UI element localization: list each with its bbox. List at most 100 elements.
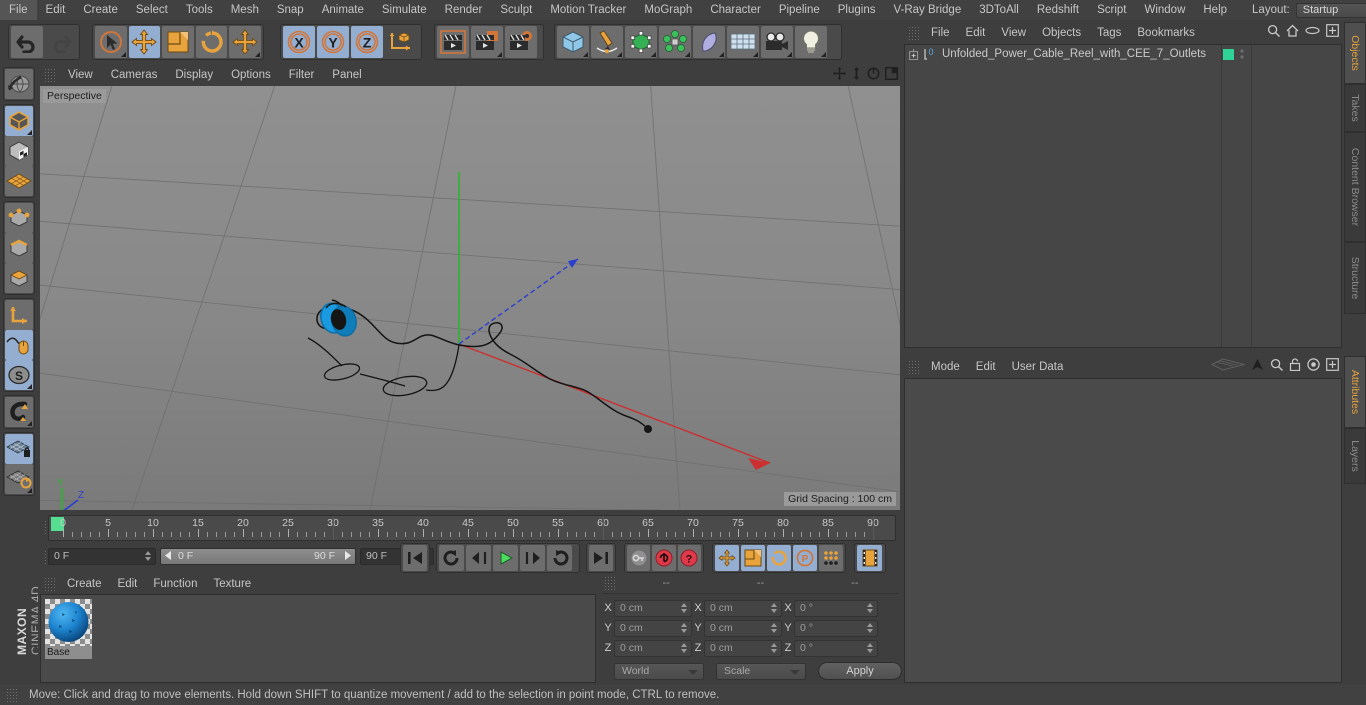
menu-item-simulate[interactable]: Simulate xyxy=(373,0,436,20)
menu-item-help[interactable]: Help xyxy=(1194,0,1236,20)
size-mode-select[interactable]: Scale xyxy=(716,662,806,680)
object-menu-objects[interactable]: Objects xyxy=(1034,23,1089,43)
object-menu-view[interactable]: View xyxy=(993,23,1034,43)
add-generator-object[interactable] xyxy=(625,26,657,58)
viewport-menu-options[interactable]: Options xyxy=(222,64,280,86)
search-icon[interactable] xyxy=(1267,24,1280,37)
stepper-icon[interactable] xyxy=(771,642,778,655)
menu-item-mograph[interactable]: MoGraph xyxy=(635,0,701,20)
add-camera-object[interactable] xyxy=(761,26,793,58)
lock-workplane[interactable] xyxy=(5,434,33,464)
menu-item-render[interactable]: Render xyxy=(436,0,492,20)
new-tab-icon[interactable] xyxy=(1326,358,1339,371)
new-tab-icon[interactable] xyxy=(1326,24,1339,37)
preview-range-bar[interactable]: 0 F 90 F xyxy=(160,548,356,565)
redo-button[interactable] xyxy=(45,26,77,58)
history-plane-icon[interactable] xyxy=(1211,358,1245,371)
visibility-dots-icon[interactable] xyxy=(1239,48,1245,61)
rotate-tool[interactable] xyxy=(195,26,228,58)
position-y-field[interactable]: 0 cm xyxy=(614,619,692,637)
model-mode[interactable] xyxy=(5,106,33,136)
menu-item-mesh[interactable]: Mesh xyxy=(222,0,268,20)
menu-item-select[interactable]: Select xyxy=(127,0,177,20)
position-key-toggle[interactable] xyxy=(715,545,739,571)
panel-grip-icon[interactable] xyxy=(6,688,18,702)
status-badge[interactable] xyxy=(1223,49,1234,60)
parameter-key-toggle[interactable]: P xyxy=(793,545,817,571)
play-button[interactable] xyxy=(493,545,518,571)
viewport-solo-single[interactable] xyxy=(5,330,33,360)
live-selection-tool[interactable] xyxy=(95,26,127,58)
lock-z-axis[interactable]: Z xyxy=(351,26,383,58)
stepper-icon[interactable] xyxy=(145,551,152,563)
stepper-icon[interactable] xyxy=(681,642,688,655)
panel-grip-icon[interactable] xyxy=(44,577,56,591)
scale-key-toggle[interactable] xyxy=(741,545,765,571)
stepper-icon[interactable] xyxy=(867,622,874,635)
rotation-key-toggle[interactable] xyxy=(767,545,791,571)
menu-item-animate[interactable]: Animate xyxy=(313,0,373,20)
panel-grip-icon[interactable] xyxy=(604,576,616,590)
menu-item-edit[interactable]: Edit xyxy=(37,0,75,20)
enable-axis-modification[interactable] xyxy=(5,300,33,330)
stepper-icon[interactable] xyxy=(867,602,874,615)
menu-item-character[interactable]: Character xyxy=(701,0,770,20)
go-to-next-frame-button[interactable] xyxy=(520,545,545,571)
object-menu-tags[interactable]: Tags xyxy=(1089,23,1129,43)
record-active-objects-button[interactable] xyxy=(627,545,651,571)
apply-button[interactable]: Apply xyxy=(818,662,902,680)
autokeying-button[interactable] xyxy=(652,545,676,571)
menu-item-create[interactable]: Create xyxy=(74,0,127,20)
menu-item-file[interactable]: File xyxy=(0,0,37,20)
menu-item-v-ray-bridge[interactable]: V-Ray Bridge xyxy=(884,0,970,20)
add-spline-object[interactable] xyxy=(591,26,623,58)
material-menu-function[interactable]: Function xyxy=(145,574,205,594)
size-z-field[interactable]: 0 cm xyxy=(704,639,782,657)
range-left-arrow-icon[interactable] xyxy=(164,550,173,561)
expand-toggle-icon[interactable] xyxy=(909,48,920,60)
menu-item-motion-tracker[interactable]: Motion Tracker xyxy=(541,0,635,20)
material-thumbnail[interactable] xyxy=(45,599,92,646)
position-z-field[interactable]: 0 cm xyxy=(614,639,692,657)
point-level-animation-toggle[interactable] xyxy=(819,545,843,571)
tab-attributes[interactable]: Attributes xyxy=(1344,356,1366,428)
menu-item-script[interactable]: Script xyxy=(1088,0,1135,20)
material-menu-texture[interactable]: Texture xyxy=(205,574,259,594)
coordinate-system-select[interactable]: World xyxy=(614,662,704,680)
tab-takes[interactable]: Takes xyxy=(1344,84,1366,132)
points-mode[interactable] xyxy=(5,203,33,233)
home-icon[interactable] xyxy=(1286,24,1299,37)
viewport-menu-display[interactable]: Display xyxy=(166,64,222,86)
object-menu-bookmarks[interactable]: Bookmarks xyxy=(1129,23,1203,43)
stepper-icon[interactable] xyxy=(681,622,688,635)
pin-arrow-icon[interactable] xyxy=(1251,358,1264,371)
soft-selection[interactable]: S xyxy=(5,360,33,390)
enable-snapping[interactable] xyxy=(5,397,33,427)
world-object-coordinates[interactable] xyxy=(385,26,417,58)
stepper-icon[interactable] xyxy=(771,622,778,635)
panel-grip-icon[interactable] xyxy=(908,360,920,374)
viewport-menu-view[interactable]: View xyxy=(59,64,102,86)
object-menu-edit[interactable]: Edit xyxy=(958,23,994,43)
render-settings-button[interactable] xyxy=(505,26,537,58)
target-icon[interactable] xyxy=(1307,358,1320,371)
timeline-ruler[interactable]: 051015202530354045505560657075808590 xyxy=(48,515,896,541)
menu-item-redshift[interactable]: Redshift xyxy=(1028,0,1088,20)
go-to-end-button[interactable] xyxy=(589,545,613,571)
render-region-button[interactable] xyxy=(471,26,503,58)
timeline-filmstrip-button[interactable] xyxy=(857,545,882,571)
position-x-field[interactable]: 0 cm xyxy=(614,599,692,617)
stepper-icon[interactable] xyxy=(771,602,778,615)
ellipse-icon[interactable] xyxy=(1305,26,1320,35)
edges-mode[interactable] xyxy=(5,233,33,263)
range-right-arrow-icon[interactable] xyxy=(343,550,352,561)
rotation-h-field[interactable]: 0 ° xyxy=(794,599,878,617)
lock-y-axis[interactable]: Y xyxy=(317,26,349,58)
undo-button[interactable] xyxy=(11,26,43,58)
current-frame-field[interactable]: 0 F xyxy=(48,548,156,565)
lock-icon[interactable] xyxy=(1289,358,1301,371)
viewport-menu-filter[interactable]: Filter xyxy=(280,64,324,86)
viewport-menu-cameras[interactable]: Cameras xyxy=(102,64,167,86)
menu-item-window[interactable]: Window xyxy=(1135,0,1194,20)
rotation-p-field[interactable]: 0 ° xyxy=(794,619,878,637)
